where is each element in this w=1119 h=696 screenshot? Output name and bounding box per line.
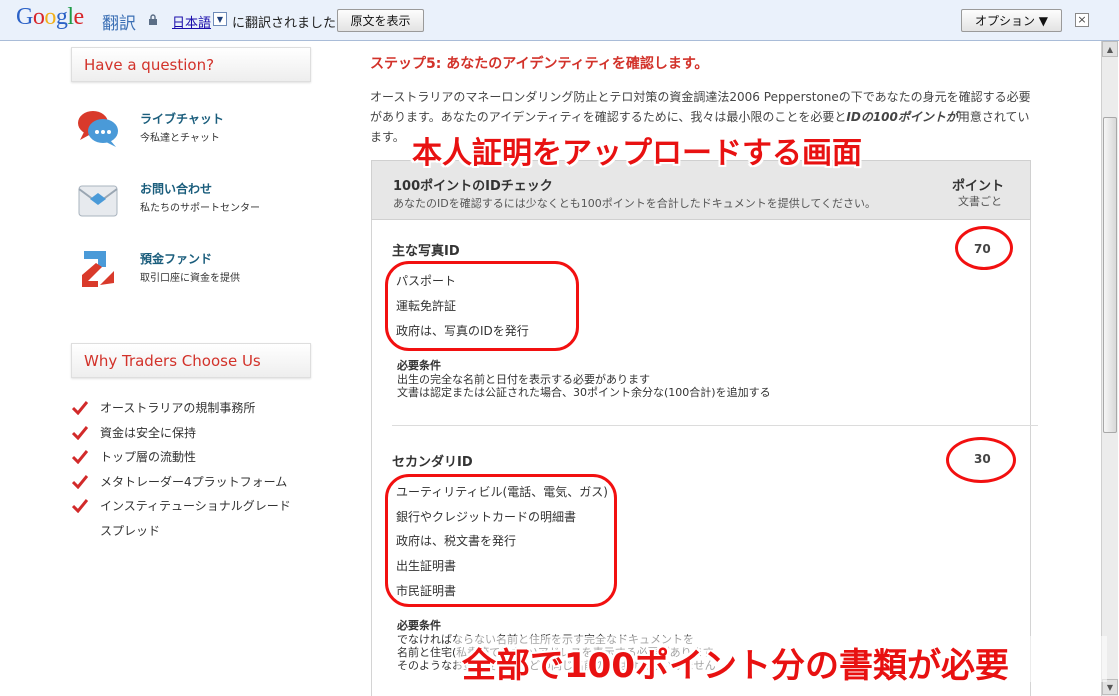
have-question-heading: Have a question?	[71, 47, 311, 82]
secondary-id-title: セカンダリID	[392, 455, 473, 470]
service-title[interactable]: ライブチャット	[140, 110, 224, 127]
close-icon[interactable]: ×	[1075, 13, 1089, 27]
translated-status: に翻訳されました	[232, 16, 337, 31]
google-logo: Google	[16, 4, 84, 30]
language-link[interactable]: 日本語	[172, 12, 211, 31]
list-item-text: インスティテューショナルグレードスプレッド	[100, 499, 291, 538]
annotation-circle-30	[946, 437, 1016, 483]
checkmark-icon	[72, 474, 88, 489]
annotation-box-secondary	[385, 474, 617, 607]
list-item-text: オーストラリアの規制事務所	[100, 401, 256, 415]
translate-service-label: 翻訳	[102, 14, 136, 34]
why-traders-heading: Why Traders Choose Us	[71, 343, 311, 378]
table-header-subtitle: あなたのIDを確認するには少なくとも100ポイントを合計したドキュメントを提供し…	[393, 197, 877, 210]
vertical-scrollbar[interactable]: ▲ ▼	[1101, 41, 1118, 696]
list-item-text: メタトレーダー4プラットフォーム	[100, 474, 288, 489]
primary-id-title: 主な写真ID	[392, 244, 460, 259]
list-item: インスティテューショナルグレードスプレッド	[72, 494, 302, 543]
show-original-button[interactable]: 原文を表示	[337, 9, 424, 32]
step-title: ステップ5: あなたのアイデンティティを確認します。	[370, 56, 709, 72]
list-item: 資金は安全に保持	[72, 421, 302, 446]
service-subtitle: 取引口座に資金を提供	[140, 273, 240, 284]
checkmark-icon	[72, 425, 88, 440]
service-subtitle: 今私達とチャット	[140, 133, 220, 144]
scroll-up-icon[interactable]: ▲	[1102, 41, 1118, 57]
options-button[interactable]: オプション ▼	[961, 9, 1062, 32]
list-item: トップ層の流動性	[72, 445, 302, 470]
annotation-top-text: 本人証明をアップロードする画面	[412, 136, 862, 171]
checkmark-icon	[72, 401, 88, 415]
id-check-table	[371, 160, 1031, 696]
section-divider	[392, 425, 1038, 426]
requirements-title: 必要条件	[397, 359, 441, 372]
points-label: ポイント	[951, 179, 1004, 194]
service-contact[interactable]: お問い合わせ 私たちのサポートセンター	[76, 177, 316, 227]
list-item-text: トップ層の流動性	[100, 450, 197, 464]
service-live-chat[interactable]: ライブチャット 今私達とチャット	[76, 107, 316, 157]
annotation-bottom-text: 全部で100ポイント分の書類が必要	[462, 646, 1009, 686]
service-subtitle: 私たちのサポートセンター	[140, 203, 260, 214]
service-title[interactable]: 預金ファンド	[140, 250, 212, 267]
requirement-line: 出生の完全な名前と日付を表示する必要があります	[397, 373, 650, 386]
why-list: オーストラリアの規制事務所 資金は安全に保持 トップ層の流動性 メタトレーダー4…	[72, 396, 302, 543]
scroll-thumb[interactable]	[1103, 117, 1117, 433]
chat-bubbles-icon	[78, 111, 118, 147]
list-item: オーストラリアの規制事務所	[72, 396, 302, 421]
language-dropdown-icon[interactable]: ▼	[213, 12, 227, 26]
service-deposit[interactable]: 預金ファンド 取引口座に資金を提供	[76, 247, 316, 297]
checkmark-icon	[72, 499, 88, 513]
list-item-text: 資金は安全に保持	[100, 425, 197, 440]
table-header-title: 100ポイントのIDチェック	[393, 179, 553, 194]
transfer-arrows-icon	[82, 251, 114, 287]
envelope-icon	[78, 185, 118, 217]
lock-icon	[149, 14, 157, 25]
intro-bold: IDの100ポイントが	[846, 110, 958, 124]
per-document-label: 文書ごと	[958, 195, 1002, 208]
service-title[interactable]: お問い合わせ	[140, 180, 212, 197]
requirement-line: 文書は認定または公証された場合、30ポイント余分な(100合計)を追加する	[397, 386, 771, 399]
list-item: メタトレーダー4プラットフォーム	[72, 470, 302, 495]
requirements-title: 必要条件	[397, 619, 441, 632]
annotation-circle-70	[955, 226, 1013, 270]
checkmark-icon	[72, 450, 88, 464]
translate-bar: Google 翻訳 日本語 ▼ に翻訳されました 原文を表示 オプション ▼ ×	[0, 0, 1119, 41]
annotation-box-primary	[385, 261, 579, 351]
